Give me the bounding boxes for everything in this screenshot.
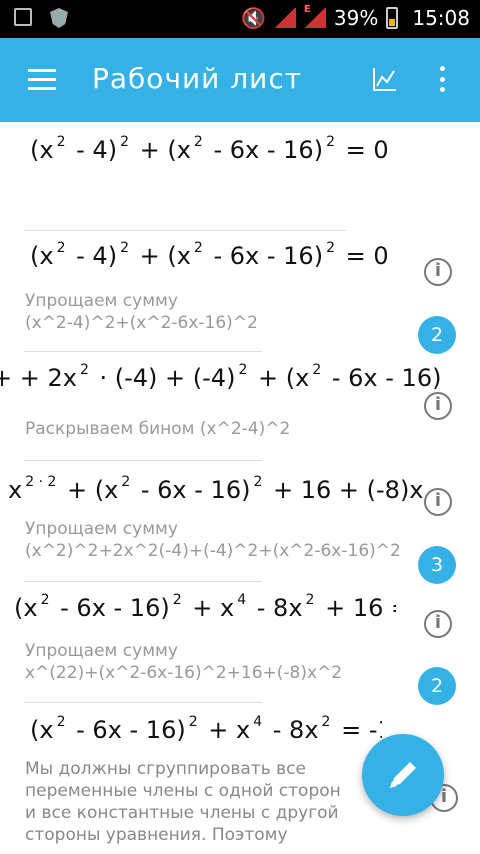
more-options-icon[interactable]	[440, 66, 446, 92]
info-icon[interactable]: i	[424, 392, 452, 420]
signal-icon	[273, 8, 296, 28]
info-icon[interactable]: i	[424, 610, 452, 638]
page-title: Рабочий лист	[92, 62, 303, 95]
step-equation: (x 2 - 4) 2 + (x 2 - 6x - 16) 2 = 0	[30, 240, 389, 270]
clock: 15:08	[412, 6, 470, 30]
step-count-badge[interactable]: 2	[418, 316, 456, 354]
edit-fab-button[interactable]	[362, 734, 444, 816]
step-count-badge[interactable]: 3	[418, 546, 456, 584]
status-bar: 🔇 E 39% 15:08	[0, 0, 480, 38]
chart-icon[interactable]	[372, 66, 398, 92]
divider	[24, 702, 262, 703]
step-explanation: Мы должны сгруппировать все переменные ч…	[25, 759, 341, 845]
shield-notification-icon	[50, 8, 68, 28]
image-notification-icon	[14, 8, 32, 26]
step-description: Упрощаем сумму (x^2-4)^2+(x^2-6x-16)^2	[25, 291, 258, 333]
step-description: Раскрываем бином (x^2-4)^2	[25, 419, 291, 439]
step-equation: + + 2x 2 · (-4) + (-4) 2 + (x 2 - 6x - 16)	[0, 362, 442, 392]
app-bar: Рабочий лист	[0, 38, 480, 122]
step-equation: (x2 - 6x - 16)2 + x4 - 8x2 = -16	[30, 714, 382, 744]
battery-icon	[386, 7, 399, 29]
step-equation: x2 · 2 + (x 2 - 6x - 16) 2 + 16 + (-8)x	[8, 474, 424, 504]
divider	[24, 230, 346, 231]
signal-e-icon: E	[303, 4, 326, 28]
info-icon[interactable]: i	[424, 488, 452, 516]
step-equation: (x2 - 6x - 16)2 + x4 - 8x2 + 16 = 0	[14, 592, 396, 622]
network-type-label: E	[303, 4, 311, 15]
step-description: Упрощаем сумму (x^2)^2+2x^2(-4)+(-4)^2+(…	[25, 519, 401, 561]
info-icon[interactable]: i	[424, 258, 452, 286]
divider	[24, 351, 262, 352]
step-description: Упрощаем сумму x^(22)+(x^2-6x-16)^2+16+(…	[25, 641, 343, 683]
battery-percent: 39%	[333, 6, 379, 30]
divider	[24, 460, 262, 461]
worksheet: (x 2 - 4) 2 + (x 2 - 6x - 16) 2 = 0 (x 2 - 4)…	[0, 122, 480, 854]
menu-icon[interactable]	[28, 69, 56, 91]
step-count-badge[interactable]: 2	[418, 667, 456, 705]
input-equation[interactable]: (x 2 - 4) 2 + (x 2 - 6x - 16) 2 = 0	[30, 134, 389, 164]
mute-icon: 🔇	[241, 6, 266, 30]
pencil-icon	[390, 762, 416, 788]
divider	[24, 581, 262, 582]
